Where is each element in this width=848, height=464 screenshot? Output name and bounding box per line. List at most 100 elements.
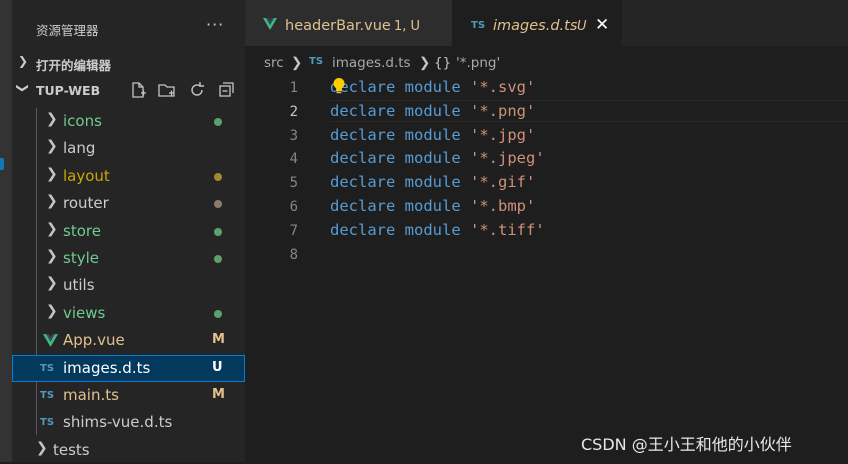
tree-item-label: store xyxy=(63,221,101,240)
tree-item-label: lang xyxy=(63,139,96,158)
tree-item-label: utils xyxy=(63,276,95,295)
line-number: 6 xyxy=(289,199,298,215)
explorer-header: 资源管理器 ··· xyxy=(12,0,245,46)
chevron-right-icon: ❯ xyxy=(46,248,58,264)
modified-dot-icon xyxy=(214,227,222,236)
typescript-icon: TS xyxy=(471,20,486,31)
lightbulb-icon[interactable] xyxy=(332,77,346,95)
code-line[interactable]: declare module '*.jpeg' xyxy=(330,149,545,167)
code-line[interactable]: declare module '*.jpg' xyxy=(330,126,535,144)
code-string: '*.gif' xyxy=(470,173,536,192)
chevron-down-icon: ❯ xyxy=(16,82,31,94)
explorer-title: 资源管理器 xyxy=(36,23,99,38)
watermark: CSDN @王小王和他的小伙伴 xyxy=(581,435,792,454)
module-symbol-icon: {} xyxy=(434,55,452,71)
more-actions-icon[interactable]: ··· xyxy=(206,15,224,34)
code-editor[interactable]: 1 2 3 4 5 6 7 8 declare module '*.svg' declare m… xyxy=(245,76,848,462)
code-line[interactable]: declare module '*.png' xyxy=(330,102,535,120)
chevron-right-icon: ❯ xyxy=(46,220,58,237)
tree-item[interactable]: ❯ style xyxy=(12,245,245,272)
tab-status-badge: 1, U xyxy=(394,19,421,34)
tree-item[interactable]: ❯ utils xyxy=(12,272,245,299)
chevron-right-icon: ❯ xyxy=(46,138,58,155)
tree-item-label: icons xyxy=(63,112,102,130)
typescript-icon: TS xyxy=(40,390,55,401)
code-line[interactable]: declare module '*.tiff' xyxy=(330,221,545,239)
new-folder-icon[interactable] xyxy=(158,81,176,99)
line-number: 8 xyxy=(289,246,298,263)
line-number: 5 xyxy=(289,175,298,192)
tree-item-label: tests xyxy=(53,440,90,459)
tree-item[interactable]: TS images.d.ts U xyxy=(12,354,245,382)
tab-headerbar-vue[interactable]: headerBar.vue 1, U xyxy=(245,0,452,46)
tab-bar: headerBar.vue 1, U TS images.d.ts U ✕ xyxy=(245,0,848,46)
tree-item[interactable]: ❯ lang xyxy=(12,135,245,162)
tree-item[interactable]: TS main.ts M xyxy=(12,382,245,409)
refresh-icon[interactable] xyxy=(188,81,206,99)
line-number: 3 xyxy=(289,127,298,144)
code-line[interactable]: declare module '*.bmp' xyxy=(330,197,535,215)
code-line[interactable]: declare module '*.svg' xyxy=(330,78,535,96)
open-editors-section[interactable]: ❯ 打开的编辑器 xyxy=(12,50,245,74)
git-status-badge: M xyxy=(212,387,225,402)
chevron-right-icon: ❯ xyxy=(36,439,48,456)
modified-dot-icon xyxy=(214,255,222,263)
line-number: 7 xyxy=(289,222,298,239)
tree-item[interactable]: ❯ views xyxy=(12,300,245,327)
tree-item-label: App.vue xyxy=(63,331,125,350)
tree-item[interactable]: TS shims-vue.d.ts xyxy=(12,409,245,436)
breadcrumb-src[interactable]: src xyxy=(264,55,284,71)
code-string: '*.png' xyxy=(470,101,536,120)
line-number: 4 xyxy=(289,151,298,168)
code-keyword: declare module xyxy=(330,197,461,215)
chevron-right-icon: ❯ xyxy=(46,165,58,182)
code-keyword: declare module xyxy=(330,125,461,144)
chevron-right-icon: ❯ xyxy=(291,55,303,71)
tree-item[interactable]: ❯ layout xyxy=(12,163,245,190)
code-string: '*.tiff' xyxy=(470,220,545,239)
git-status-badge: U xyxy=(212,359,223,375)
chevron-right-icon: ❯ xyxy=(46,193,58,210)
modified-dot-icon xyxy=(214,309,222,318)
tree-item[interactable]: ❯ store xyxy=(12,218,245,245)
breadcrumb-symbol[interactable]: '*.png' xyxy=(456,55,500,71)
typescript-icon: TS xyxy=(309,56,324,67)
line-number: 1 xyxy=(289,80,298,96)
line-number: 2 xyxy=(289,103,298,120)
explorer-sidebar: 资源管理器 ··· ❯ 打开的编辑器 ❯ TUP-WEB ❯ icons ❯ lang… xyxy=(12,0,245,462)
tree-item[interactable]: ❯ router xyxy=(12,190,245,217)
code-string: '*.jpg' xyxy=(470,125,536,144)
chevron-right-icon: ❯ xyxy=(419,55,431,71)
tree-item-label: layout xyxy=(63,166,110,185)
tab-name: headerBar.vue xyxy=(285,18,391,34)
close-icon[interactable]: ✕ xyxy=(595,15,609,35)
project-label: TUP-WEB xyxy=(36,83,101,98)
tree-item[interactable]: App.vue M xyxy=(12,327,245,354)
modified-dot-icon xyxy=(214,172,222,181)
tree-item-label: shims-vue.d.ts xyxy=(63,413,173,432)
chevron-right-icon: ❯ xyxy=(46,111,58,127)
collapse-all-icon[interactable] xyxy=(218,81,236,99)
tab-name: images.d.ts xyxy=(493,18,578,34)
breadcrumb-file[interactable]: images.d.ts xyxy=(332,55,411,71)
tree-item[interactable]: ❯ icons xyxy=(12,108,245,135)
chevron-right-icon: ❯ xyxy=(46,302,58,319)
open-editors-label: 打开的编辑器 xyxy=(36,58,112,73)
code-keyword: declare module xyxy=(330,173,461,192)
new-file-icon[interactable] xyxy=(129,81,147,99)
vue-icon xyxy=(43,334,58,348)
chevron-right-icon: ❯ xyxy=(18,54,29,68)
code-line[interactable]: declare module '*.gif' xyxy=(330,173,535,191)
activity-indicator xyxy=(0,158,4,170)
git-status-badge: M xyxy=(212,332,225,348)
chevron-right-icon: ❯ xyxy=(46,275,58,292)
code-string: '*.bmp' xyxy=(470,197,536,215)
tab-images-d-ts[interactable]: TS images.d.ts U ✕ xyxy=(452,0,622,46)
code-keyword: declare module xyxy=(330,220,461,239)
code-string: '*.jpeg' xyxy=(470,149,545,168)
vue-icon xyxy=(263,18,277,30)
typescript-icon: TS xyxy=(40,362,55,374)
typescript-icon: TS xyxy=(40,417,55,429)
activity-bar xyxy=(0,0,12,462)
tree-item[interactable]: ❯ tests xyxy=(12,437,245,464)
